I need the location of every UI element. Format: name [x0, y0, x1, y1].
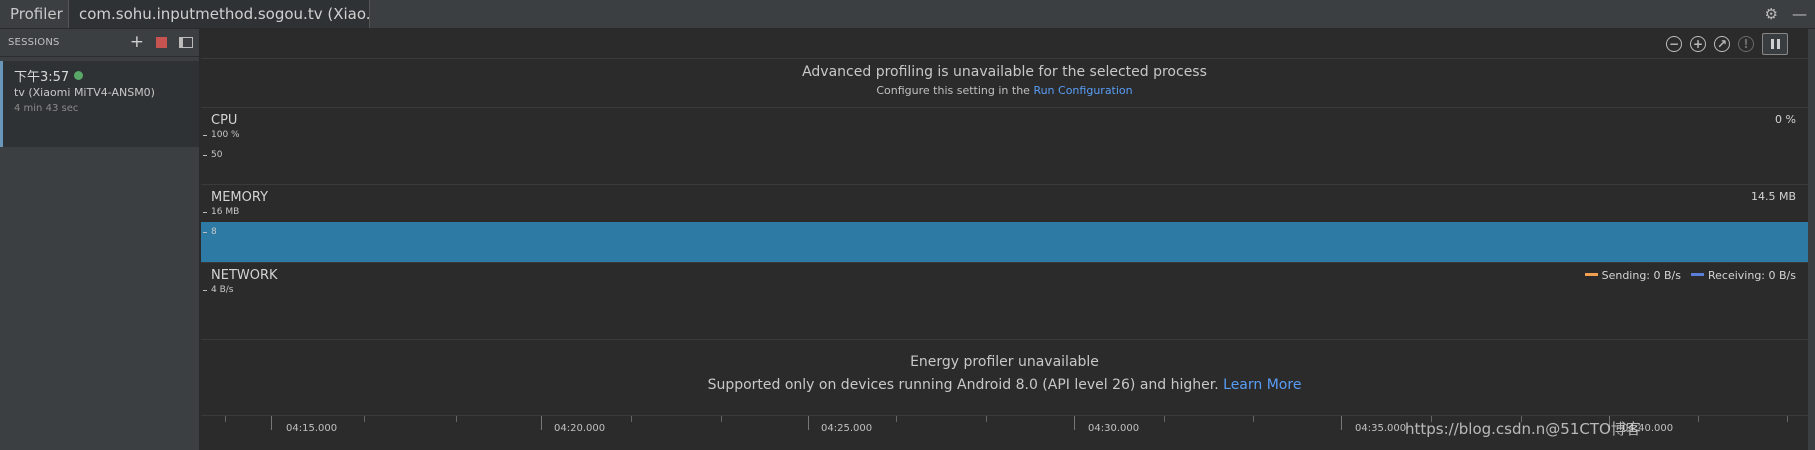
timeline-tick	[808, 416, 809, 430]
timeline-controls: − + ↗ !	[1666, 33, 1788, 55]
sending-label: Sending: 0 B/s	[1601, 269, 1681, 282]
memory-tick-16mb: 16 MB	[201, 207, 239, 217]
receiving-swatch-icon	[1691, 273, 1704, 276]
reset-zoom-icon[interactable]: ↗	[1714, 36, 1730, 52]
zoom-out-icon[interactable]: −	[1666, 36, 1682, 52]
vertical-scrollbar[interactable]	[1808, 29, 1815, 450]
timeline-label: 04:30.000	[1088, 423, 1140, 434]
run-configuration-link[interactable]: Run Configuration	[1033, 84, 1132, 97]
sessions-header: SESSIONS +	[0, 29, 199, 57]
receiving-label: Receiving: 0 B/s	[1708, 269, 1796, 282]
timeline-tick	[631, 416, 632, 422]
energy-notice: Energy profiler unavailable Supported on…	[201, 340, 1808, 416]
timeline-label: 04:35.000	[1355, 423, 1407, 434]
session-live-dot-icon	[74, 71, 84, 80]
network-title: NETWORK	[211, 268, 278, 283]
timeline-tick	[896, 416, 897, 422]
advanced-profiling-notice: Advanced profiling is unavailable for th…	[201, 60, 1808, 108]
sessions-panel: SESSIONS + 下午3:57 tv (Xiaomi MiTV4-ANSM0…	[0, 29, 200, 450]
sessions-actions: +	[130, 34, 193, 51]
network-tick: 4 B/s	[201, 285, 233, 295]
network-lane[interactable]: NETWORK 4 B/s Sending: 0 B/s Receiving: …	[201, 263, 1808, 340]
timeline-label: 04:25.000	[821, 423, 873, 434]
watermark: https://blog.csdn.n@51CTO博客	[1405, 420, 1641, 438]
memory-lane[interactable]: MEMORY 14.5 MB 16 MB 8	[201, 185, 1808, 263]
learn-more-link[interactable]: Learn More	[1223, 377, 1301, 393]
notice-sub-text: Configure this setting in the	[876, 84, 1030, 97]
cpu-tick-50: 50	[201, 150, 222, 160]
network-legend: Sending: 0 B/s Receiving: 0 B/s	[1584, 269, 1796, 282]
sessions-label: SESSIONS	[8, 37, 60, 48]
timeline-tick	[1164, 416, 1165, 422]
cpu-tick-100: 100 %	[201, 130, 240, 140]
minimize-icon[interactable]: —	[1792, 6, 1807, 22]
timeline-tick	[541, 416, 542, 430]
timeline-tick	[364, 416, 365, 422]
panel-icon[interactable]	[179, 36, 193, 48]
memory-value: 14.5 MB	[1750, 190, 1796, 203]
session-time-row: 下午3:57	[14, 66, 84, 85]
timeline-label: 04:15.000	[286, 423, 338, 434]
session-device: tv (Xiaomi MiTV4-ANSM0)	[14, 86, 155, 99]
zoom-in-icon[interactable]: +	[1690, 36, 1706, 52]
timeline-tick	[1341, 416, 1342, 430]
timeline-tick	[225, 416, 226, 422]
process-tab[interactable]: com.sohu.inputmethod.sogou.tv (Xiao...	[68, 0, 370, 28]
energy-sub-text: Supported only on devices running Androi…	[707, 377, 1219, 393]
memory-usage-area	[201, 222, 1808, 262]
go-live-icon[interactable]: !	[1738, 36, 1754, 52]
gear-icon[interactable]: ⚙	[1765, 6, 1778, 22]
notice-subtitle: Configure this setting in the Run Config…	[201, 84, 1808, 97]
memory-title: MEMORY	[211, 190, 269, 205]
energy-title: Energy profiler unavailable	[910, 354, 1099, 370]
pause-icon[interactable]	[1762, 33, 1788, 55]
cpu-value: 0 %	[1775, 113, 1796, 126]
session-item[interactable]: 下午3:57 tv (Xiaomi MiTV4-ANSM0) 4 min 43 …	[0, 61, 199, 147]
timeline-tick	[271, 416, 272, 430]
session-duration: 4 min 43 sec	[14, 103, 79, 114]
legend-sending: Sending: 0 B/s	[1584, 269, 1681, 282]
notice-title: Advanced profiling is unavailable for th…	[802, 64, 1207, 80]
timeline-tick	[1074, 416, 1075, 430]
memory-tick-8: 8	[201, 227, 217, 237]
timeline-label: 04:20.000	[554, 423, 606, 434]
timeline-tick	[1698, 416, 1699, 422]
sending-swatch-icon	[1584, 273, 1598, 276]
legend-receiving: Receiving: 0 B/s	[1691, 269, 1796, 282]
cpu-lane[interactable]: CPU 0 % 100 % 50	[201, 108, 1808, 185]
profiler-toolbar: − + ↗ !	[201, 29, 1808, 59]
cpu-title: CPU	[211, 113, 238, 128]
profiler-main: − + ↗ ! Advanced profiling is unavailabl…	[201, 29, 1808, 450]
title-bar: Profiler com.sohu.inputmethod.sogou.tv (…	[0, 0, 1815, 29]
timeline-tick	[1253, 416, 1254, 422]
stop-icon[interactable]	[156, 36, 167, 48]
timeline-tick	[1787, 416, 1788, 422]
plus-icon[interactable]: +	[130, 34, 144, 51]
timeline-tick	[986, 416, 987, 422]
session-time: 下午3:57	[14, 70, 70, 85]
window-controls: ⚙ —	[1765, 6, 1807, 22]
timeline-tick	[721, 416, 722, 422]
energy-subtitle: Supported only on devices running Androi…	[201, 377, 1808, 393]
profiler-tab[interactable]: Profiler	[0, 0, 73, 28]
timeline-tick	[456, 416, 457, 422]
